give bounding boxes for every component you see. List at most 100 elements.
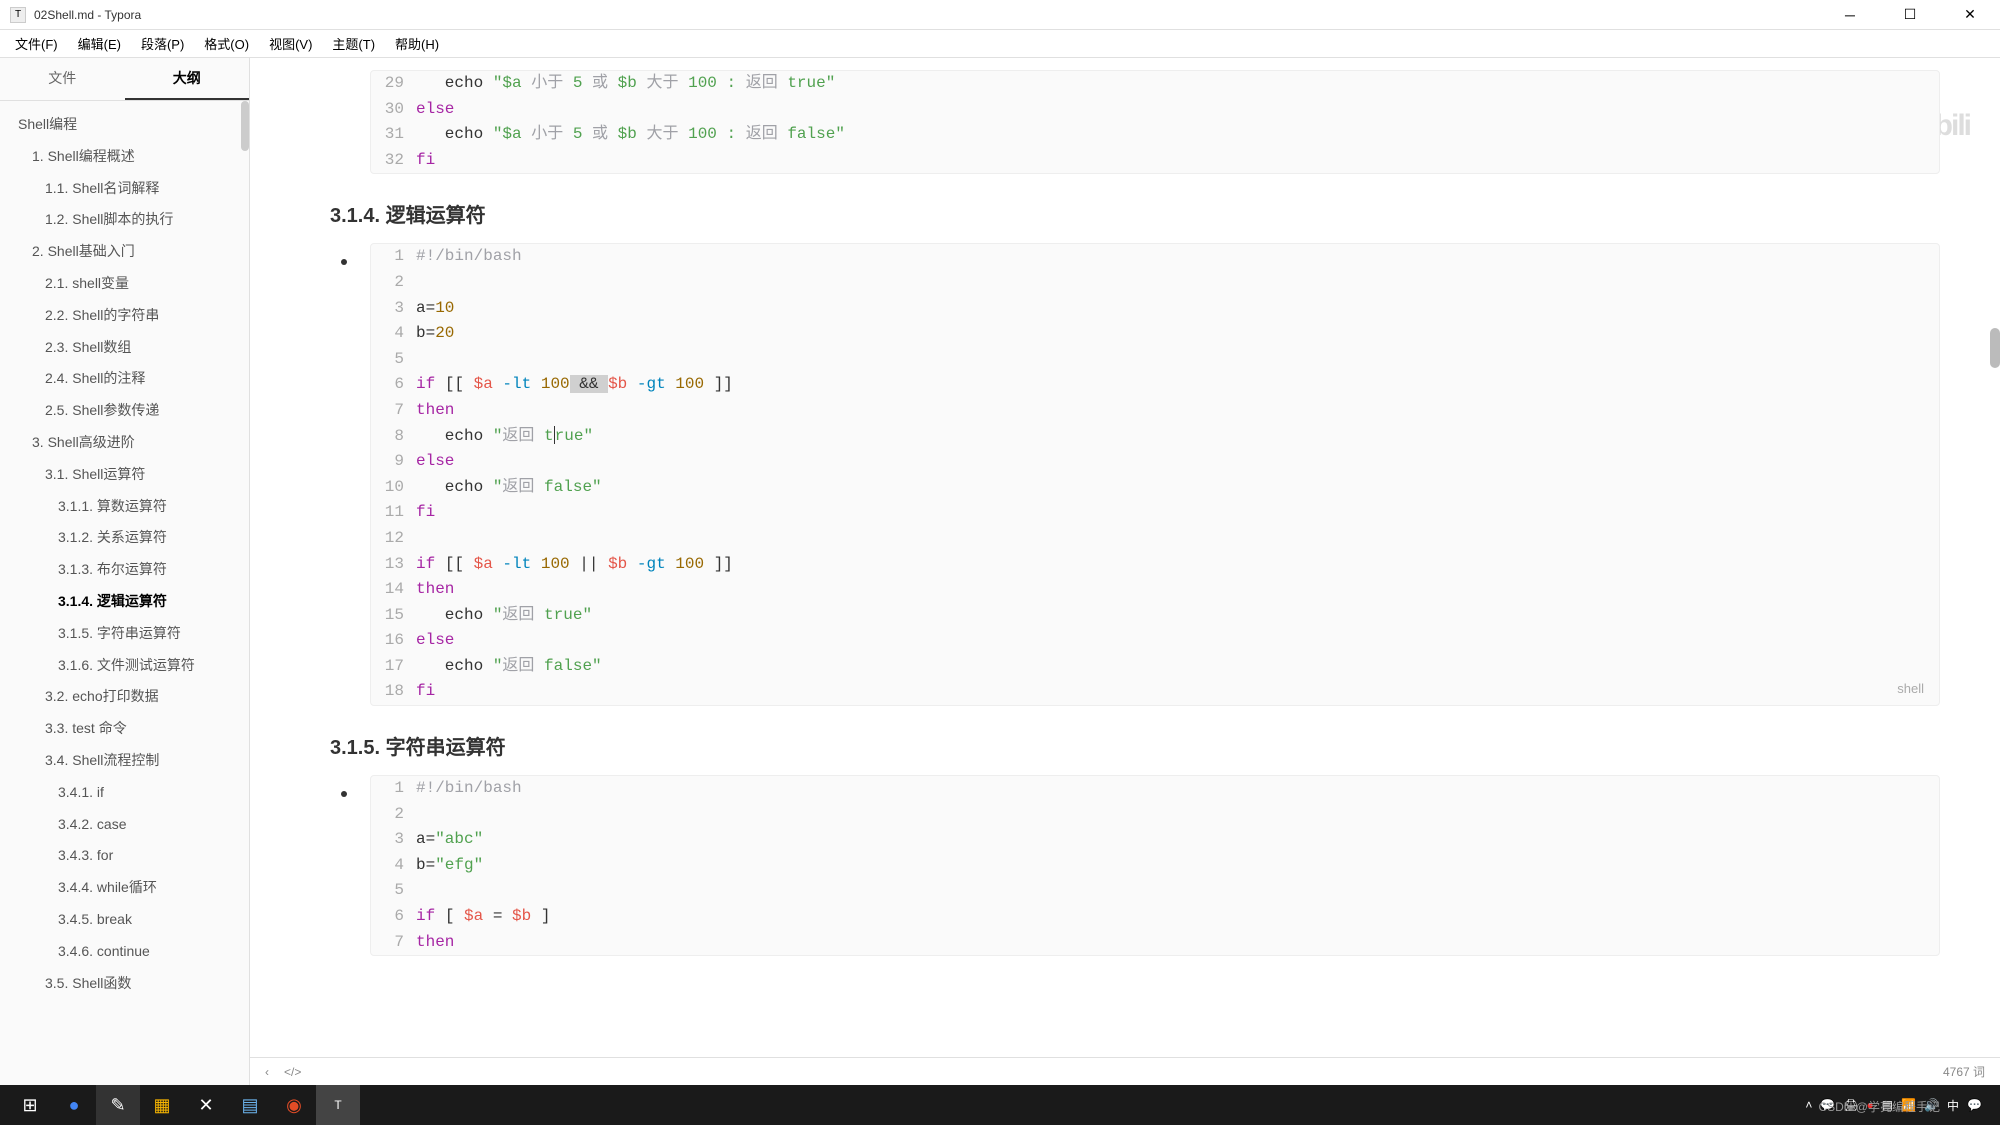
code-line[interactable] bbox=[416, 802, 1939, 828]
code-line[interactable]: if [[ $a -lt 100 || $b -gt 100 ]] bbox=[416, 552, 1939, 578]
taskbar-app[interactable]: ▦ bbox=[140, 1085, 184, 1125]
outline-item[interactable]: 1.1. Shell名词解释 bbox=[0, 173, 249, 205]
outline-item[interactable]: 3.3. test 命令 bbox=[0, 713, 249, 745]
outline-item[interactable]: 3.1.3. 布尔运算符 bbox=[0, 554, 249, 586]
outline-item[interactable]: 3.1. Shell运算符 bbox=[0, 459, 249, 491]
content-scrollbar-thumb[interactable] bbox=[1990, 328, 2000, 368]
taskbar-app[interactable]: ◉ bbox=[272, 1085, 316, 1125]
outline-item[interactable]: 3.4.2. case bbox=[0, 809, 249, 841]
code-line[interactable] bbox=[416, 526, 1939, 552]
code-line[interactable]: if [[ $a -lt 100 && $b -gt 100 ]] bbox=[416, 372, 1939, 398]
heading[interactable]: 3.1.4. 逻辑运算符 bbox=[330, 199, 1940, 228]
taskbar-app[interactable]: ▤ bbox=[228, 1085, 272, 1125]
minimize-button[interactable]: ─ bbox=[1830, 0, 1870, 30]
editor-content[interactable]: 一岁就会穿编程 bilibili 29 echo "$a 小于 5 或 $b 大… bbox=[250, 58, 2000, 1085]
outline-item[interactable]: 3.4. Shell流程控制 bbox=[0, 745, 249, 777]
tray-notification-icon[interactable]: 💬 bbox=[1967, 1098, 1982, 1112]
code-line[interactable]: echo "返回 false" bbox=[416, 475, 1939, 501]
code-line[interactable]: #!/bin/bash bbox=[416, 776, 1939, 802]
code-line[interactable]: echo "$a 小于 5 或 $b 大于 100 : 返回 false" bbox=[416, 122, 1939, 148]
outline-item[interactable]: 1. Shell编程概述 bbox=[0, 141, 249, 173]
close-button[interactable]: ✕ bbox=[1950, 0, 1990, 30]
outline-item[interactable]: 3.5. Shell函数 bbox=[0, 968, 249, 1000]
outline-item[interactable]: 3.1.5. 字符串运算符 bbox=[0, 618, 249, 650]
maximize-button[interactable]: ☐ bbox=[1890, 0, 1930, 30]
line-number: 18 bbox=[371, 679, 416, 705]
code-line[interactable]: else bbox=[416, 97, 1939, 123]
taskbar: ⊞ ● ✎ ▦ ✕ ▤ ◉ T ˄ 💬 🖨 ● ▤ 📶 🔊 中 💬 bbox=[0, 1085, 2000, 1125]
menu-item[interactable]: 视图(V) bbox=[259, 30, 322, 57]
code-line[interactable]: else bbox=[416, 449, 1939, 475]
outline-item[interactable]: Shell编程 bbox=[0, 109, 249, 141]
code-line[interactable]: b="efg" bbox=[416, 853, 1939, 879]
back-button[interactable]: ‹ bbox=[265, 1065, 269, 1079]
outline-item[interactable]: 3.4.5. break bbox=[0, 904, 249, 936]
outline-item[interactable]: 3.1.2. 关系运算符 bbox=[0, 522, 249, 554]
tray-ime-icon[interactable]: 中 bbox=[1947, 1097, 1959, 1114]
code-line[interactable] bbox=[416, 878, 1939, 904]
code-line[interactable]: echo "返回 true" bbox=[416, 603, 1939, 629]
outline-item[interactable]: 3. Shell高级进阶 bbox=[0, 427, 249, 459]
outline-item[interactable]: 3.4.3. for bbox=[0, 840, 249, 872]
code-line[interactable]: echo "返回 false" bbox=[416, 654, 1939, 680]
outline-item[interactable]: 3.1.1. 算数运算符 bbox=[0, 491, 249, 523]
line-number: 6 bbox=[371, 372, 416, 398]
outline-item[interactable]: 2.1. shell变量 bbox=[0, 268, 249, 300]
taskbar-typora[interactable]: T bbox=[316, 1085, 360, 1125]
line-number: 11 bbox=[371, 500, 416, 526]
outline-item[interactable]: 3.2. echo打印数据 bbox=[0, 681, 249, 713]
code-block[interactable]: 1#!/bin/bash23a="abc"4b="efg"56if [ $a =… bbox=[370, 775, 1940, 956]
outline-item[interactable]: 2. Shell基础入门 bbox=[0, 236, 249, 268]
code-line[interactable] bbox=[416, 347, 1939, 373]
taskbar-app[interactable]: ✎ bbox=[96, 1085, 140, 1125]
outline-item[interactable]: 2.2. Shell的字符串 bbox=[0, 300, 249, 332]
titlebar: T 02Shell.md - Typora ─ ☐ ✕ bbox=[0, 0, 2000, 30]
menu-item[interactable]: 段落(P) bbox=[131, 30, 194, 57]
outline-item[interactable]: 2.3. Shell数组 bbox=[0, 332, 249, 364]
menu-item[interactable]: 编辑(E) bbox=[68, 30, 131, 57]
code-line[interactable]: fi bbox=[416, 148, 1939, 174]
code-line[interactable]: fi bbox=[416, 500, 1939, 526]
code-line[interactable]: a=10 bbox=[416, 296, 1939, 322]
tab-outline[interactable]: 大纲 bbox=[125, 58, 250, 100]
code-line[interactable]: #!/bin/bash bbox=[416, 244, 1939, 270]
heading[interactable]: 3.1.5. 字符串运算符 bbox=[330, 731, 1940, 760]
outline-item[interactable]: 3.4.1. if bbox=[0, 777, 249, 809]
code-line[interactable]: if [ $a = $b ] bbox=[416, 904, 1939, 930]
code-line[interactable]: then bbox=[416, 577, 1939, 603]
source-toggle[interactable]: </> bbox=[284, 1065, 301, 1079]
code-line[interactable]: fi bbox=[416, 679, 1939, 705]
outline-item[interactable]: 3.1.4. 逻辑运算符 bbox=[0, 586, 249, 618]
tab-file[interactable]: 文件 bbox=[0, 58, 125, 100]
outline-item[interactable]: 3.1.6. 文件测试运算符 bbox=[0, 650, 249, 682]
menu-item[interactable]: 文件(F) bbox=[5, 30, 68, 57]
code-line[interactable]: b=20 bbox=[416, 321, 1939, 347]
sidebar: 文件 大纲 Shell编程1. Shell编程概述1.1. Shell名词解释1… bbox=[0, 58, 250, 1085]
outline-item[interactable]: 3.4.4. while循环 bbox=[0, 872, 249, 904]
menu-item[interactable]: 格式(O) bbox=[194, 30, 259, 57]
code-block[interactable]: 1#!/bin/bash23a=104b=2056if [[ $a -lt 10… bbox=[370, 243, 1940, 706]
line-number: 12 bbox=[371, 526, 416, 552]
outline-item[interactable]: 1.2. Shell脚本的执行 bbox=[0, 204, 249, 236]
line-number: 3 bbox=[371, 827, 416, 853]
code-line[interactable] bbox=[416, 270, 1939, 296]
code-line[interactable]: a="abc" bbox=[416, 827, 1939, 853]
menu-item[interactable]: 主题(T) bbox=[322, 30, 385, 57]
taskbar-app[interactable]: ✕ bbox=[184, 1085, 228, 1125]
code-line[interactable]: echo "$a 小于 5 或 $b 大于 100 : 返回 true" bbox=[416, 71, 1939, 97]
code-line[interactable]: then bbox=[416, 930, 1939, 956]
menu-item[interactable]: 帮助(H) bbox=[385, 30, 449, 57]
outline-item[interactable]: 2.5. Shell参数传递 bbox=[0, 395, 249, 427]
code-line[interactable]: else bbox=[416, 628, 1939, 654]
outline[interactable]: Shell编程1. Shell编程概述1.1. Shell名词解释1.2. Sh… bbox=[0, 101, 249, 1085]
code-block[interactable]: 29 echo "$a 小于 5 或 $b 大于 100 : 返回 true"3… bbox=[370, 70, 1940, 174]
code-line[interactable]: then bbox=[416, 398, 1939, 424]
line-number: 8 bbox=[371, 424, 416, 450]
tray-chevron-icon[interactable]: ˄ bbox=[1805, 1098, 1812, 1112]
outline-item[interactable]: 2.4. Shell的注释 bbox=[0, 363, 249, 395]
outline-item[interactable]: 3.4.6. continue bbox=[0, 936, 249, 968]
sidebar-scrollbar-thumb[interactable] bbox=[241, 101, 249, 151]
taskbar-app[interactable]: ● bbox=[52, 1085, 96, 1125]
code-line[interactable]: echo "返回 true" bbox=[416, 424, 1939, 450]
start-button[interactable]: ⊞ bbox=[8, 1085, 52, 1125]
